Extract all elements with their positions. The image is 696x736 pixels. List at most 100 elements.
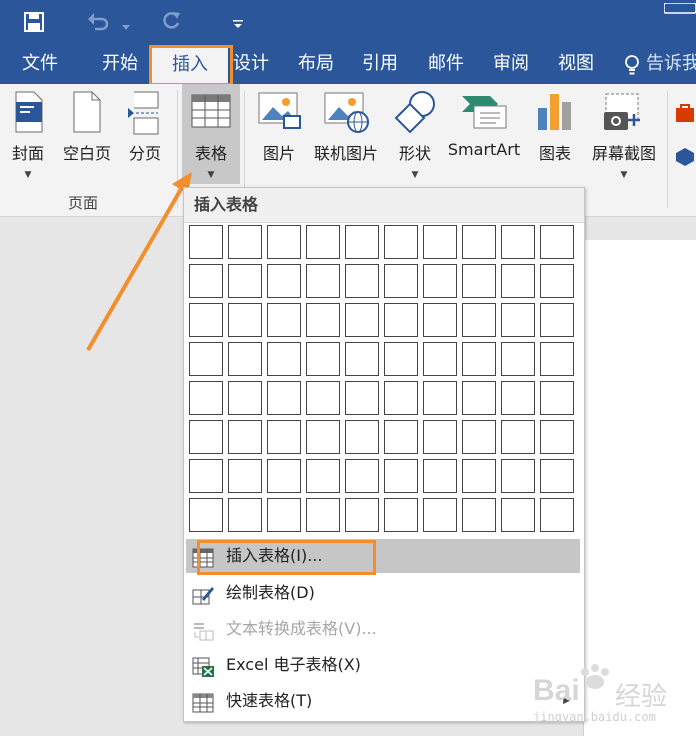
table-grid-cell[interactable] (345, 342, 379, 376)
menu-item-text-to-table[interactable]: 文本转换成表格(V)... (186, 612, 580, 646)
table-grid-cell[interactable] (228, 303, 262, 337)
table-grid-cell[interactable] (384, 225, 418, 259)
table-grid-cell[interactable] (306, 342, 340, 376)
tab-mailings[interactable]: 邮件 (418, 44, 474, 84)
cover-page-button[interactable]: 封面 ▼ (6, 84, 50, 184)
table-grid-cell[interactable] (306, 498, 340, 532)
table-grid-cell[interactable] (540, 225, 574, 259)
table-grid-cell[interactable] (228, 342, 262, 376)
table-grid-cell[interactable] (267, 459, 301, 493)
table-grid-cell[interactable] (189, 303, 223, 337)
table-grid-cell[interactable] (267, 264, 301, 298)
table-grid-cell[interactable] (501, 225, 535, 259)
menu-item-draw-table[interactable]: 绘制表格(D) (186, 576, 580, 610)
table-grid-cell[interactable] (501, 420, 535, 454)
table-grid-cell[interactable] (384, 498, 418, 532)
customize-qat-icon[interactable] (233, 14, 243, 28)
table-grid-cell[interactable] (306, 303, 340, 337)
table-grid-cell[interactable] (267, 420, 301, 454)
table-grid-cell[interactable] (345, 264, 379, 298)
table-grid-cell[interactable] (540, 303, 574, 337)
table-grid-cell[interactable] (540, 498, 574, 532)
window-control-icon[interactable] (663, 0, 696, 14)
tab-references[interactable]: 引用 (352, 44, 408, 84)
table-grid-cell[interactable] (189, 225, 223, 259)
table-grid-cell[interactable] (462, 264, 496, 298)
table-grid-cell[interactable] (306, 225, 340, 259)
table-grid-cell[interactable] (228, 264, 262, 298)
table-grid-cell[interactable] (462, 225, 496, 259)
table-grid-cell[interactable] (501, 459, 535, 493)
table-grid-cell[interactable] (345, 459, 379, 493)
tab-home[interactable]: 开始 (92, 44, 148, 84)
table-grid-cell[interactable] (501, 342, 535, 376)
redo-icon[interactable] (160, 10, 182, 32)
tab-layout[interactable]: 布局 (288, 44, 344, 84)
shapes-button[interactable]: 形状 ▼ (390, 84, 440, 184)
tab-design[interactable]: 设计 (228, 44, 274, 84)
table-grid-cell[interactable] (462, 303, 496, 337)
table-grid-cell[interactable] (501, 498, 535, 532)
table-grid-cell[interactable] (384, 264, 418, 298)
blank-page-button[interactable]: 空白页 (56, 84, 118, 184)
table-grid-cell[interactable] (462, 342, 496, 376)
table-grid-cell[interactable] (384, 303, 418, 337)
table-grid-cell[interactable] (267, 303, 301, 337)
undo-dropdown-icon[interactable] (122, 16, 130, 30)
table-grid-cell[interactable] (228, 459, 262, 493)
table-grid-cell[interactable] (267, 498, 301, 532)
my-addins-icon[interactable] (674, 146, 696, 168)
page-break-button[interactable]: 分页 (122, 84, 168, 184)
table-grid-cell[interactable] (189, 420, 223, 454)
table-grid-cell[interactable] (423, 303, 457, 337)
table-grid-cell[interactable] (345, 303, 379, 337)
table-grid-cell[interactable] (384, 381, 418, 415)
table-grid-cell[interactable] (384, 342, 418, 376)
table-grid-cell[interactable] (423, 264, 457, 298)
tab-file[interactable]: 文件 (12, 44, 68, 84)
save-icon[interactable] (24, 12, 44, 32)
pictures-button[interactable]: 图片 (254, 84, 304, 184)
menu-item-excel-table[interactable]: Excel 电子表格(X) (186, 648, 580, 682)
table-grid-cell[interactable] (306, 381, 340, 415)
table-grid-cell[interactable] (189, 264, 223, 298)
table-grid-cell[interactable] (345, 225, 379, 259)
table-button[interactable]: 表格 ▼ (182, 84, 240, 184)
document-page[interactable] (583, 240, 696, 736)
table-grid-cell[interactable] (423, 225, 457, 259)
table-grid-cell[interactable] (189, 459, 223, 493)
table-grid-cell[interactable] (423, 459, 457, 493)
table-grid-cell[interactable] (423, 498, 457, 532)
table-grid-cell[interactable] (267, 342, 301, 376)
online-pictures-button[interactable]: 联机图片 (308, 84, 384, 184)
table-grid-cell[interactable] (345, 498, 379, 532)
undo-icon[interactable] (86, 10, 110, 32)
table-grid-cell[interactable] (384, 420, 418, 454)
table-grid-cell[interactable] (189, 381, 223, 415)
tab-review[interactable]: 审阅 (483, 44, 539, 84)
tell-me-search[interactable]: 告诉我 (646, 44, 696, 84)
table-grid-cell[interactable] (228, 225, 262, 259)
table-grid-cell[interactable] (306, 459, 340, 493)
store-icon[interactable] (674, 102, 696, 124)
table-grid-cell[interactable] (540, 381, 574, 415)
table-grid-cell[interactable] (189, 498, 223, 532)
table-grid-cell[interactable] (540, 420, 574, 454)
table-grid-cell[interactable] (540, 459, 574, 493)
table-grid-cell[interactable] (501, 303, 535, 337)
smartart-button[interactable]: SmartArt (442, 84, 526, 184)
table-grid-cell[interactable] (540, 342, 574, 376)
table-grid-cell[interactable] (228, 381, 262, 415)
table-grid-cell[interactable] (267, 381, 301, 415)
tab-view[interactable]: 视图 (548, 44, 604, 84)
table-grid-cell[interactable] (423, 342, 457, 376)
menu-item-quick-tables[interactable]: 快速表格(T) ▶ (186, 684, 580, 718)
screenshot-button[interactable]: 屏幕截图 ▼ (584, 84, 664, 184)
table-grid-cell[interactable] (462, 381, 496, 415)
table-grid-cell[interactable] (423, 381, 457, 415)
table-grid-cell[interactable] (345, 381, 379, 415)
table-grid-cell[interactable] (228, 420, 262, 454)
table-grid-cell[interactable] (501, 381, 535, 415)
table-grid-cell[interactable] (462, 420, 496, 454)
table-grid-cell[interactable] (462, 459, 496, 493)
